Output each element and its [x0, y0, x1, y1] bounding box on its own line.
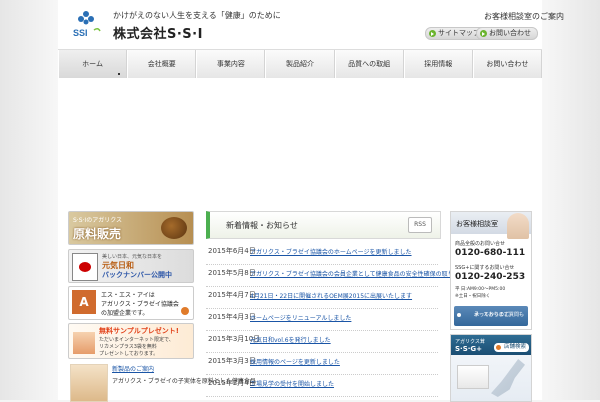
phone-number[interactable]: 0120-240-253	[455, 272, 525, 282]
mushroom-image	[161, 217, 187, 239]
council-logo-icon: A	[72, 290, 96, 314]
agaricus-raw-material-banner[interactable]: S·S·Iのアガリクス 原料販売	[68, 211, 194, 245]
nav-item-business[interactable]: 事業内容	[196, 50, 266, 78]
nav-item-recruit[interactable]: 採用情報	[403, 50, 473, 78]
banner-line: エス・エス・アイは	[101, 292, 155, 299]
news-date: 2015年2月4日	[208, 379, 256, 387]
product-box-image	[457, 365, 489, 389]
right-shadow	[542, 0, 600, 400]
operator-avatar	[507, 213, 529, 239]
contact-button[interactable]: お問い合わせ	[476, 27, 538, 40]
news-date: 2015年5月8日	[208, 269, 256, 277]
store-subtitle: アガリクス茸	[455, 339, 485, 345]
hero-area	[58, 78, 542, 204]
support-title: お客様相談室	[456, 220, 498, 228]
news-link[interactable]: 4月21日・22日に開催されるOEM展2015に出展いたします	[250, 291, 412, 300]
news-date: 2015年3月3日	[208, 357, 256, 365]
news-heading: 新着情報・お知らせ	[226, 221, 298, 230]
arrow-circle-icon	[181, 307, 189, 315]
customer-support-box: お客様相談室 商品全般のお問い合せ 0120-680-111 SSG+に関するお…	[450, 211, 532, 330]
left-shadow	[0, 0, 58, 400]
news-link[interactable]: ホームページをリニューアルしました	[250, 313, 351, 322]
store-title: S·S·G+	[455, 345, 483, 353]
news-date: 2015年4月7日	[208, 291, 256, 299]
japan-map-icon	[491, 359, 525, 397]
banner-line: ただいまインターネット限定で、	[99, 337, 174, 343]
mail-line: 承っております。	[474, 312, 514, 318]
banner-title: 無料サンプルプレゼント!	[99, 327, 179, 335]
news-header: 新着情報・お知らせ RSS	[206, 211, 441, 239]
closed-days: ※土日・祝日除く	[455, 294, 491, 299]
phone-number[interactable]: 0120-680-111	[455, 248, 525, 258]
product-image[interactable]	[70, 364, 108, 402]
banner-title: 原料販売	[73, 227, 122, 241]
global-nav: ホーム 会社概要 事業内容 製品紹介 品質への取組 採用情報 お問い合わせ	[58, 49, 542, 79]
mail-icon	[457, 313, 461, 317]
news-item: 2015年4月3日 ホームページをリニューアルしました	[206, 308, 438, 331]
support-label: 商品全般のお問い合せ	[455, 241, 506, 247]
support-label: SSG+に関するお問い合せ	[455, 265, 515, 271]
arrow-icon	[429, 30, 436, 37]
banner-line: リカメンプラス3袋を無料	[99, 344, 157, 350]
news-item: 2015年6月4日 アガリクス・ブラゼイ協議会のホームページを更新しました	[206, 242, 438, 265]
news-link[interactable]: 元気日和vol.6を発行しました	[250, 335, 331, 344]
news-item: 2015年3月3日 採用情報のページを更新しました	[206, 352, 438, 375]
company-logo-icon[interactable]: SSI	[70, 8, 102, 38]
nav-item-products[interactable]: 製品紹介	[265, 50, 335, 78]
nav-item-quality[interactable]: 品質への取組	[334, 50, 404, 78]
nav-item-company[interactable]: 会社概要	[127, 50, 197, 78]
product-title-link[interactable]: 新製品のご案内	[112, 364, 154, 373]
logo-text: SSI	[73, 28, 88, 38]
rss-button[interactable]: RSS	[408, 217, 432, 233]
tagline: かけがえのない人生を支える「健康」のために	[113, 11, 281, 20]
banner-line: プレゼントしております。	[99, 351, 159, 357]
product-box-image	[73, 332, 95, 354]
company-name[interactable]: 株式会社S·S·I	[113, 23, 203, 42]
news-item: 2015年2月4日 工場見学の受付を開始しました	[206, 374, 438, 397]
banner-subtitle: S·S·Iのアガリクス	[73, 217, 123, 224]
news-item: 2015年5月8日 アガリクス・ブラゼイ協議会の会員企業として健康食品の安全性確…	[206, 264, 507, 287]
news-date: 2015年6月4日	[208, 247, 256, 255]
banner-subtitle: 美しい日本、元気な日本を	[102, 254, 163, 260]
sitemap-label: サイトマップ	[438, 29, 480, 37]
arrow-icon	[480, 30, 487, 37]
news-link[interactable]: アガリクス・ブラゼイ協議会のホームページを更新しました	[250, 247, 412, 256]
news-link[interactable]: 採用情報のページを更新しました	[250, 357, 340, 366]
contact-label: お問い合わせ	[489, 29, 531, 37]
customer-service-link[interactable]: お客様相談室のご案内	[484, 11, 564, 22]
banner-caption: バックナンバー公開中	[102, 271, 172, 279]
free-sample-banner[interactable]: 無料サンプルプレゼント! ただいまインターネット限定で、 リカメンプラス3袋を無…	[68, 323, 194, 359]
banner-line: アガリクス・ブラゼイ協議会	[101, 301, 179, 308]
nav-item-home[interactable]: ホーム	[58, 50, 128, 78]
council-member-banner[interactable]: A エス・エス・アイは アガリクス・ブラゼイ協議会 の加盟企業です。	[68, 286, 194, 320]
news-link[interactable]: 工場見学の受付を開始しました	[250, 379, 334, 388]
business-hours: 平 日:AM9:00〜PM5:00	[455, 287, 506, 292]
mail-inquiry-button[interactable]: メールからのご質問も 承っております。	[454, 306, 528, 326]
japan-flag-icon	[72, 253, 98, 281]
news-item: 2015年4月7日 4月21日・22日に開催されるOEM展2015に出展いたしま…	[206, 286, 438, 309]
genki-biyori-banner[interactable]: 美しい日本、元気な日本を 元気日和 バックナンバー公開中	[68, 249, 194, 283]
banner-line: の加盟企業です。	[101, 310, 149, 317]
store-search-button[interactable]: 店舗検索	[493, 343, 529, 352]
news-date: 2015年4月3日	[208, 313, 256, 321]
store-search-box[interactable]: アガリクス茸 S·S·G+ 店舗検索	[450, 334, 532, 402]
news-item: 2015年3月10日 元気日和vol.6を発行しました	[206, 330, 438, 353]
nav-item-contact[interactable]: お問い合わせ	[472, 50, 542, 78]
